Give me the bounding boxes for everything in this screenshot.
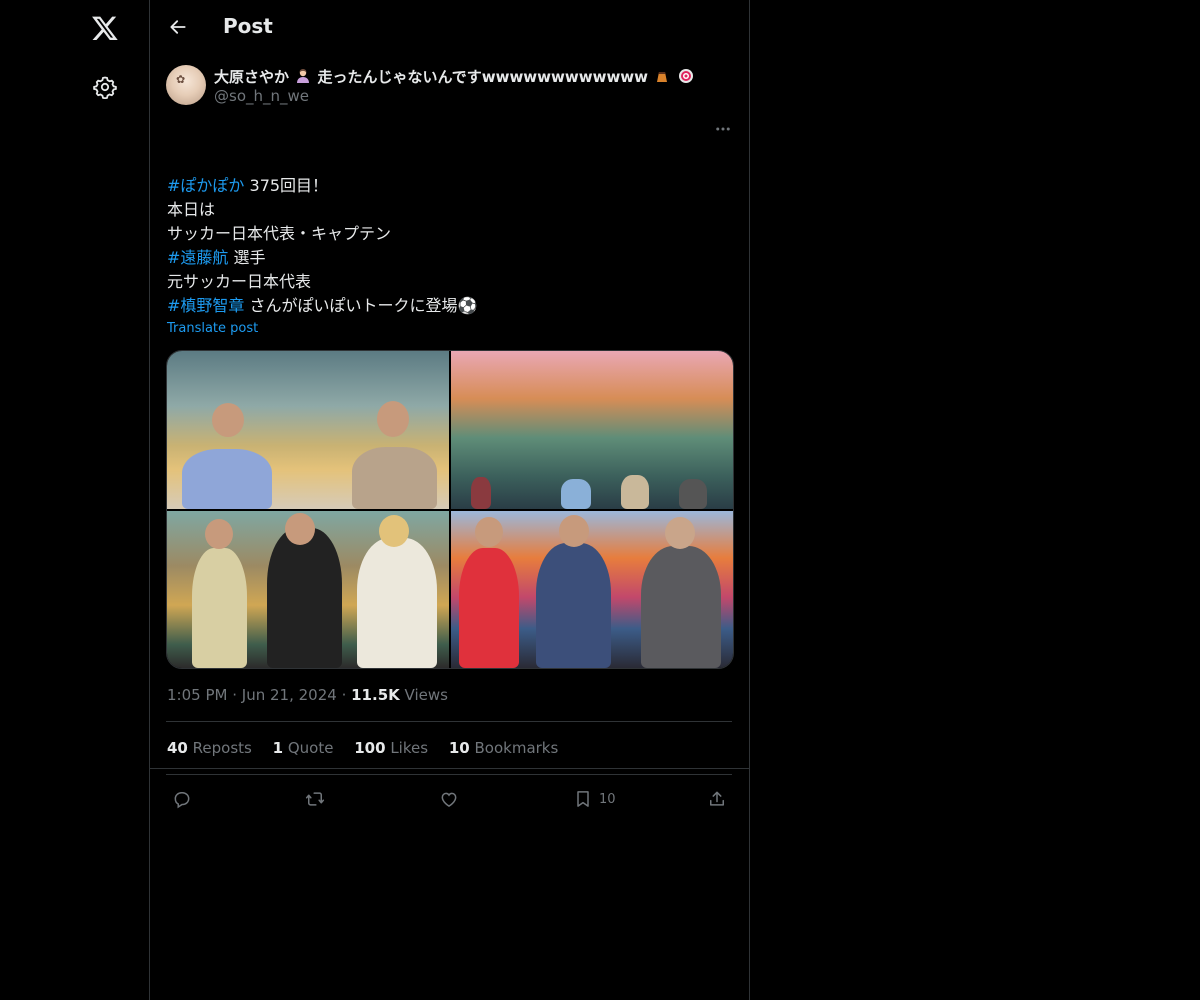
post-stats: 40 Reposts 1 Quote 100 Likes 10 Bookmark… xyxy=(167,739,574,757)
divider xyxy=(166,774,732,775)
quote-count: 1 xyxy=(272,739,284,757)
repost-icon xyxy=(305,792,325,806)
reply-button[interactable] xyxy=(172,787,192,811)
display-name[interactable]: 大原さやか 走ったんじゃないんですwwwwwwwwwwww xyxy=(214,66,695,87)
reposts-count: 40 xyxy=(167,739,188,757)
reposts-stat[interactable]: 40 Reposts xyxy=(167,739,252,757)
dot-separator: · xyxy=(341,686,352,704)
share-icon xyxy=(710,791,724,806)
likes-count: 100 xyxy=(354,739,386,757)
post-timestamp: 1:05 PM · Jun 21, 2024 · 11.5K Views xyxy=(167,686,448,704)
media-grid xyxy=(166,350,734,669)
photo-3[interactable] xyxy=(167,510,449,668)
action-bar: 10 xyxy=(166,787,732,813)
reposts-label: Reposts xyxy=(192,739,252,757)
line-text: 375回目！ xyxy=(244,176,329,195)
hashtag-link[interactable]: #遠藤航 xyxy=(167,248,228,267)
divider xyxy=(150,768,749,769)
sidebar xyxy=(0,0,149,1000)
line-text: 選手 xyxy=(228,248,266,267)
line-text: さんがぽいぽいトークに登場⚽ xyxy=(244,296,478,315)
line-text: サッカー日本代表・キャプテン xyxy=(167,224,392,243)
bookmark-button[interactable]: 10 xyxy=(573,787,616,811)
post-date[interactable]: Jun 21, 2024 xyxy=(242,686,337,704)
more-icon[interactable] xyxy=(710,116,736,142)
x-logo-icon[interactable] xyxy=(88,11,122,45)
avatar-image: ✿ xyxy=(176,73,186,86)
user-handle[interactable]: @so_h_n_we xyxy=(214,87,309,105)
hashtag-link[interactable]: #ぽかぽか xyxy=(167,176,244,195)
views-label: Views xyxy=(404,686,448,704)
photo-4[interactable] xyxy=(451,510,733,668)
post-line: 元サッカー日本代表 xyxy=(167,270,477,294)
avatar[interactable]: ✿ xyxy=(166,65,206,105)
bookmarks-label: Bookmarks xyxy=(474,739,559,757)
repost-button[interactable] xyxy=(305,787,325,811)
post-line: #槙野智章 さんがぽいぽいトークに登場⚽ xyxy=(167,294,477,318)
line-text: 本日は xyxy=(167,200,216,219)
post-time[interactable]: 1:05 PM xyxy=(167,686,227,704)
photo-2[interactable] xyxy=(451,351,733,509)
likes-label: Likes xyxy=(390,739,429,757)
photo-1[interactable] xyxy=(167,351,449,509)
like-icon xyxy=(441,792,457,807)
hashtag-link[interactable]: #槙野智章 xyxy=(167,296,244,315)
bookmarks-stat[interactable]: 10 Bookmarks xyxy=(449,739,558,757)
display-name-suffix: 走ったんじゃないんですwwwwwwwwwwww xyxy=(317,68,649,86)
views-count: 11.5K xyxy=(351,686,400,704)
bookmark-count: 10 xyxy=(599,791,616,807)
post-line: 本日は xyxy=(167,198,477,222)
dot-separator: · xyxy=(232,686,242,704)
post-line: #ぽかぽか 375回目！ xyxy=(167,174,477,198)
quote-label: Quote xyxy=(287,739,334,757)
post-text: #ぽかぽか 375回目！ 本日は サッカー日本代表・キャプテン #遠藤航 選手 … xyxy=(167,174,477,318)
target-emoji-icon xyxy=(678,68,694,84)
top-bar: Post xyxy=(150,0,749,54)
bookmark-icon xyxy=(577,791,589,807)
back-arrow-icon[interactable] xyxy=(164,13,192,41)
person-emoji-icon xyxy=(295,68,311,84)
divider xyxy=(166,721,732,722)
translate-post-link[interactable]: Translate post xyxy=(167,321,258,336)
display-name-text: 大原さやか xyxy=(214,68,290,86)
likes-stat[interactable]: 100 Likes xyxy=(354,739,428,757)
post-line: #遠藤航 選手 xyxy=(167,246,477,270)
bookmarks-count: 10 xyxy=(448,739,470,757)
quote-stat[interactable]: 1 Quote xyxy=(273,739,334,757)
pudding-emoji-icon xyxy=(654,68,670,84)
gear-icon[interactable] xyxy=(92,74,118,100)
main-column: Post ✿ 大原さやか 走ったんじゃないんですwwwwwwwwwwww @so… xyxy=(149,0,750,1000)
page-title: Post xyxy=(223,14,273,38)
share-button[interactable] xyxy=(707,787,727,811)
like-button[interactable] xyxy=(439,787,459,811)
post-line: サッカー日本代表・キャプテン xyxy=(167,222,477,246)
reply-icon xyxy=(174,792,190,809)
line-text: 元サッカー日本代表 xyxy=(167,272,312,291)
